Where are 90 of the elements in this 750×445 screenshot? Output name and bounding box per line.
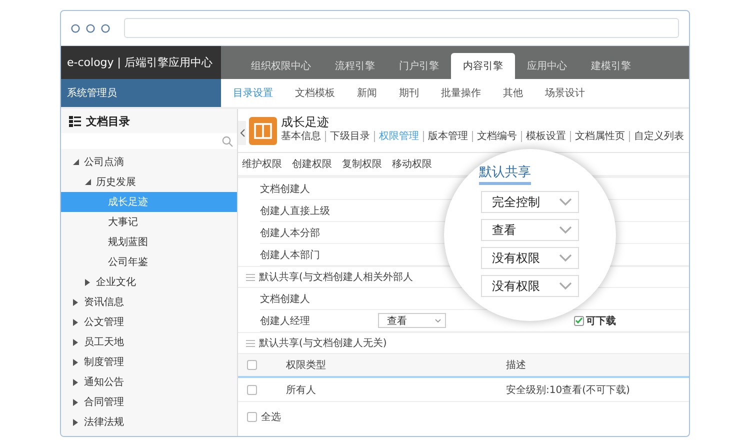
chevron-left-icon[interactable]	[240, 129, 244, 137]
nav-link[interactable]: 目录设置	[233, 86, 273, 100]
chevron-down-icon	[559, 198, 572, 206]
nav-link[interactable]: 场景设计	[545, 86, 585, 100]
nav-link[interactable]: 批量操作	[441, 86, 481, 100]
nav-link[interactable]: 其他	[503, 86, 523, 100]
tree-item[interactable]: 大事记	[61, 212, 237, 232]
tree-item[interactable]: 通知公告	[61, 372, 237, 392]
expand-triangle-icon[interactable]	[73, 398, 78, 406]
permission-dropdown[interactable]: 没有权限	[481, 247, 579, 269]
tree-item[interactable]: 公文管理	[61, 312, 237, 332]
settings-tab[interactable]: 文档编号	[472, 131, 521, 142]
permission-tab[interactable]: 创建权限	[292, 157, 332, 171]
chevron-down-icon	[559, 282, 572, 290]
row-checkbox[interactable]	[247, 384, 257, 394]
expand-triangle-icon[interactable]	[73, 378, 78, 386]
module-tab[interactable]: 组织权限中心	[239, 53, 323, 79]
settings-tab[interactable]: 自定义列表	[629, 131, 688, 142]
window-dot-icon[interactable]	[71, 24, 80, 32]
nav-link[interactable]: 新闻	[357, 86, 377, 100]
user-name: 系统管理员	[61, 79, 221, 107]
download-checkbox[interactable]	[574, 316, 584, 326]
expand-triangle-icon[interactable]	[73, 358, 78, 366]
section-title: 默认共享(与文档创建人无关)	[259, 336, 387, 350]
tree-item[interactable]: 公司点滴	[61, 152, 237, 172]
app-brand-title: e-cology | 后端引擎应用中心	[61, 46, 221, 79]
permission-dropdown[interactable]: 查看	[481, 219, 579, 241]
collapse-triangle-icon[interactable]	[85, 179, 91, 185]
module-tab[interactable]: 建模引擎	[579, 53, 643, 79]
permission-dropdown[interactable]: 没有权限	[481, 275, 579, 297]
settings-tab[interactable]: 基本信息	[281, 131, 325, 142]
tree-item[interactable]: 合同管理	[61, 392, 237, 412]
permission-dropdown[interactable]: 完全控制	[481, 191, 579, 213]
window-dot-icon[interactable]	[86, 24, 95, 32]
settings-tab[interactable]: 文档属性页	[570, 131, 629, 142]
tree-item[interactable]: 规划蓝图	[61, 232, 237, 252]
permission-tab[interactable]: 移动权限	[392, 157, 432, 171]
section-handle-icon	[246, 340, 255, 346]
tree-item[interactable]: 历史发展	[61, 172, 237, 192]
select-all-checkbox[interactable]	[247, 360, 257, 370]
nav-link[interactable]: 期刊	[399, 86, 419, 100]
nav-link[interactable]: 文档模板	[295, 86, 335, 100]
permission-dropdown[interactable]: 查看	[378, 313, 446, 328]
tree-item[interactable]: 企业文化	[61, 272, 237, 292]
table-cell-text: 所有人	[285, 384, 317, 396]
expand-triangle-icon[interactable]	[73, 318, 78, 326]
field-label: 创建人直接上级	[260, 204, 331, 218]
checkbox-label: 全选	[261, 410, 281, 424]
expand-triangle-icon[interactable]	[73, 418, 78, 426]
tree-item[interactable]: 资讯信息	[61, 292, 237, 312]
expand-triangle-icon[interactable]	[73, 338, 78, 346]
module-tab[interactable]: 流程引擎	[323, 53, 387, 79]
chevron-down-icon	[559, 254, 572, 262]
permission-tab[interactable]: 默认共享	[479, 163, 531, 185]
tree-item[interactable]: 法律法规	[61, 412, 237, 432]
window-dot-icon[interactable]	[101, 24, 110, 32]
book-icon	[249, 117, 277, 145]
field-label: 创建人本部门	[260, 248, 321, 262]
folder-title: 成长足迹	[281, 114, 330, 130]
section-handle-icon	[246, 274, 255, 280]
field-label: 文档创建人	[260, 182, 311, 196]
field-label: 创建人经理	[260, 314, 311, 328]
settings-tab[interactable]: 版本管理	[423, 131, 472, 142]
caret-icon	[435, 318, 441, 322]
tree-item[interactable]: 员工天地	[61, 332, 237, 352]
sidebar-title: 文档目录	[86, 114, 130, 128]
tree-item[interactable]: 制度管理	[61, 352, 237, 372]
checkbox-label: 可下载	[586, 314, 616, 328]
tree-item[interactable]: 公司年鉴	[61, 252, 237, 272]
permission-tab[interactable]: 维护权限	[242, 157, 282, 171]
column-header: 权限类型	[285, 358, 327, 372]
module-tab[interactable]: 内容引擎	[451, 53, 515, 79]
field-label: 文档创建人	[260, 292, 311, 306]
settings-tab[interactable]: 下级目录	[325, 131, 374, 142]
table-cell-text: 安全级别:10查看(不可下载)	[506, 384, 630, 396]
module-tab[interactable]: 门户引擎	[387, 53, 451, 79]
permission-tab[interactable]: 复制权限	[342, 157, 382, 171]
collapse-triangle-icon[interactable]	[73, 159, 79, 165]
column-header: 描述	[506, 358, 526, 372]
settings-tab[interactable]: 模板设置	[521, 131, 570, 142]
collapse-button[interactable]	[238, 121, 246, 145]
chevron-down-icon	[559, 226, 572, 234]
expand-triangle-icon[interactable]	[85, 278, 90, 286]
list-icon	[69, 116, 81, 126]
field-label: 创建人本分部	[260, 226, 321, 240]
module-tab[interactable]: 应用中心	[515, 53, 579, 79]
search-field[interactable]	[61, 133, 237, 149]
select-all-checkbox[interactable]	[247, 412, 257, 422]
expand-triangle-icon[interactable]	[73, 298, 78, 306]
section-title: 默认共享(与文档创建人相关外部人	[259, 270, 413, 284]
